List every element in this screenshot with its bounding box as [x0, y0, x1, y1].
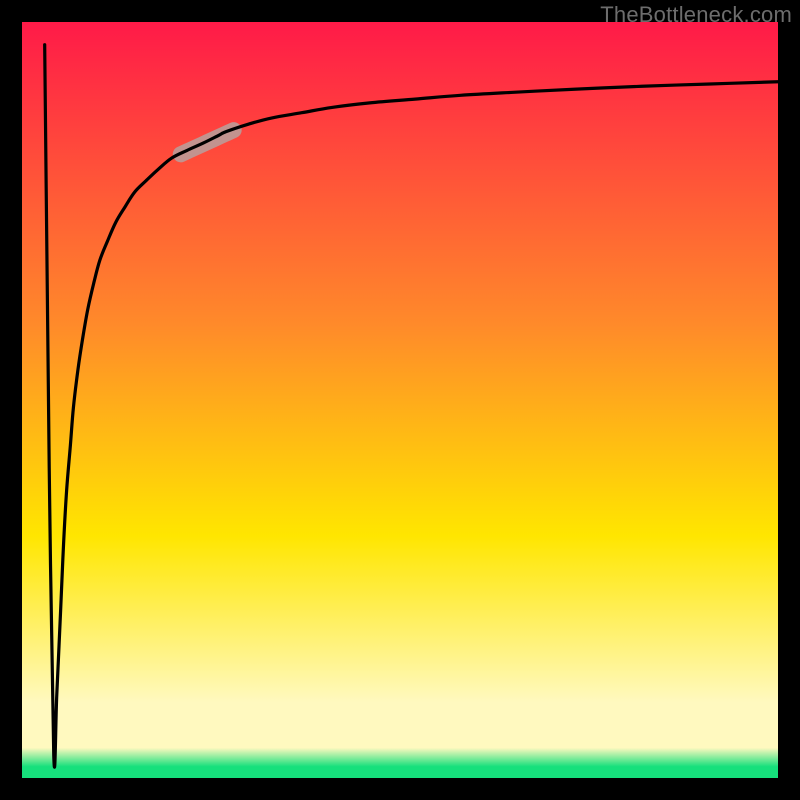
watermark-text: TheBottleneck.com [600, 2, 792, 28]
chart-stage: TheBottleneck.com [0, 0, 800, 800]
plot-background [22, 22, 778, 778]
chart-svg [0, 0, 800, 800]
